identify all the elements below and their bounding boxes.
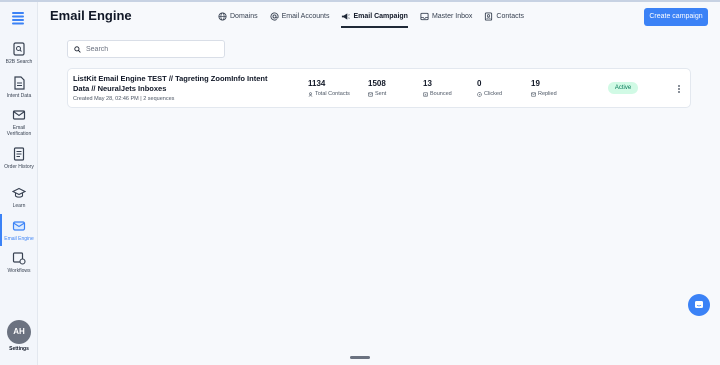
search-input[interactable] [86, 45, 216, 53]
tab-bar: Domains Email Accounts Email Campaign Ma… [218, 9, 524, 28]
search-box[interactable] [67, 40, 225, 58]
sidebar-item-label: Workflows [7, 268, 31, 274]
stat-label: Sent [375, 91, 387, 97]
stat-label: Clicked [484, 91, 503, 97]
sidebar-item-learn[interactable]: Learn [0, 186, 38, 209]
megaphone-icon [342, 12, 351, 20]
stat-replied: 19 Replied [531, 79, 557, 97]
tab-label: Domains [230, 12, 258, 20]
stat-bounced: 13 Bounced [423, 79, 452, 97]
settings-label[interactable]: Settings [0, 346, 38, 352]
status-badge: Active [608, 82, 638, 94]
tab-contacts[interactable]: Contacts [484, 9, 524, 23]
sidebar-item-email-verification[interactable]: Email Verification [0, 108, 38, 137]
stat-value: 19 [531, 79, 540, 88]
order-history-icon [13, 147, 25, 161]
stat-label: Total Contacts [315, 91, 350, 97]
contacts-icon [485, 11, 493, 21]
more-options-icon[interactable] [675, 83, 683, 95]
stat-value: 1508 [368, 79, 386, 88]
tab-label: Email Accounts [281, 12, 330, 20]
stat-value: 13 [423, 79, 432, 88]
campaign-meta: Created May 28, 02:46 PM | 2 sequences [73, 96, 175, 102]
sidebar-item-label: Learn [12, 203, 26, 209]
sidebar-item-email-engine[interactable]: Email Engine [0, 219, 38, 242]
chat-icon [695, 301, 703, 308]
inbox-icon [420, 12, 429, 20]
page-title: Email Engine [50, 8, 132, 23]
tab-label: Contacts [496, 12, 525, 20]
app-logo-icon[interactable] [10, 10, 26, 26]
search-icon [74, 45, 81, 53]
replied-icon [531, 92, 536, 96]
top-border [0, 0, 720, 2]
at-icon [270, 11, 279, 20]
tab-email-campaign[interactable]: Email Campaign [341, 9, 409, 28]
sidebar-item-b2b-search[interactable]: B2B Search [0, 42, 38, 65]
stat-label: Bounced [430, 91, 452, 97]
sidebar-item-label: Email Verification [6, 125, 32, 137]
sidebar-item-workflows[interactable]: Workflows [0, 251, 38, 274]
stat-value: 1134 [308, 79, 326, 88]
sidebar: B2B Search Intent Data Email Verificatio… [0, 2, 38, 365]
tab-label: Master Inbox [431, 12, 473, 20]
chat-support-button[interactable] [688, 294, 710, 316]
clicked-icon [477, 91, 482, 97]
app-window: B2B Search Intent Data Email Verificatio… [0, 0, 720, 365]
stat-sent: 1508 Sent [368, 79, 386, 97]
mail-check-icon [12, 110, 26, 120]
campaign-card[interactable]: ListKit Email Engine TEST // Tagreting Z… [67, 68, 691, 108]
home-indicator [350, 356, 370, 359]
bounced-icon [423, 92, 428, 96]
stat-clicked: 0 Clicked [477, 79, 502, 97]
stat-total-contacts: 1134 Total Contacts [308, 79, 350, 97]
graduation-cap-icon [12, 187, 26, 198]
globe-icon [218, 11, 227, 21]
campaign-title[interactable]: ListKit Email Engine TEST // Tagreting Z… [73, 74, 283, 94]
sidebar-item-intent-data[interactable]: Intent Data [0, 76, 38, 99]
document-icon [14, 76, 25, 90]
contacts-icon [308, 91, 313, 97]
sidebar-item-label: B2B Search [5, 59, 33, 65]
tab-label: Email Campaign [353, 12, 408, 20]
sidebar-item-label: Intent Data [6, 93, 32, 99]
avatar[interactable]: AH [7, 320, 31, 344]
tab-domains[interactable]: Domains [218, 9, 258, 23]
tab-email-accounts[interactable]: Email Accounts [270, 9, 330, 23]
sidebar-item-order-history[interactable]: Order History [0, 147, 38, 170]
tab-master-inbox[interactable]: Master Inbox [420, 9, 472, 23]
stat-label: Replied [538, 91, 557, 97]
sidebar-item-label: Order History [4, 164, 34, 170]
b2b-search-icon [13, 42, 25, 56]
stat-value: 0 [477, 79, 482, 88]
create-campaign-button[interactable]: Create campaign [644, 8, 708, 26]
email-engine-icon [12, 221, 26, 231]
workflow-icon [12, 252, 26, 265]
sent-icon [368, 92, 373, 96]
sidebar-item-label: Email Engine [4, 236, 34, 242]
